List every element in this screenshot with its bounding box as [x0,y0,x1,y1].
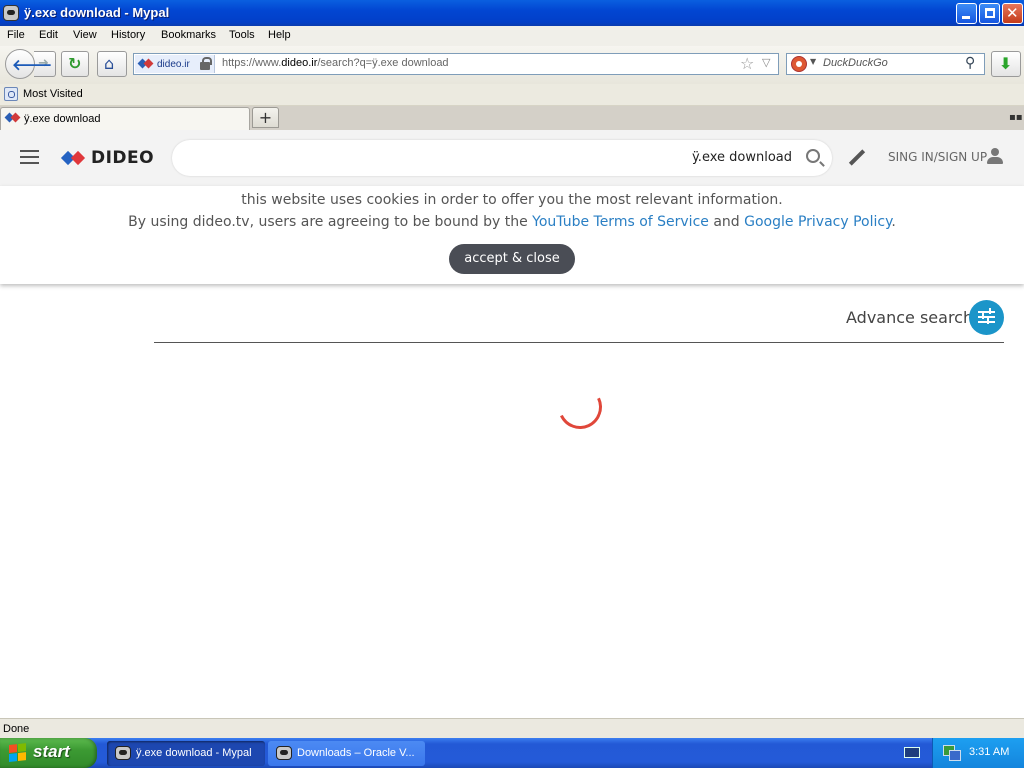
cookie-conjunction: and [713,214,740,230]
search-icon[interactable] [806,149,820,163]
keyboard-layout-icon[interactable] [904,747,920,758]
hamburger-menu-icon[interactable] [20,150,39,164]
clock[interactable]: 3:31 AM [969,746,1009,758]
window-title-bar[interactable]: ÿ.exe download - Mypal ✕ [0,0,1024,26]
dideo-logo-text: DIDEO [91,148,155,168]
menu-help[interactable]: Help [268,29,291,41]
url-domain: dideo.ir [281,57,318,69]
address-bar[interactable]: dideo.ir https://www.dideo.ir/search?q=ÿ… [133,53,779,75]
taskbar-item-label: Downloads – Oracle V... [297,747,415,759]
bookmark-star-icon[interactable]: ☆ [740,54,754,73]
status-bar: Done [0,718,1024,738]
list-all-tabs-icon[interactable]: ▪▪ [1009,112,1023,123]
cookie-suffix: . [891,214,896,230]
taskbar-item-label: ÿ.exe download - Mypal [136,747,252,759]
cookie-agreement-text: By using dideo.tv, users are agreeing to… [0,214,1024,230]
reload-button[interactable]: ↻ [61,51,89,77]
minimize-icon [962,16,970,19]
accept-close-button[interactable]: accept & close [449,244,575,274]
download-arrow-icon: ⬇ [999,54,1013,73]
advance-search-label[interactable]: Advance search [846,308,973,327]
google-privacy-link[interactable]: Google Privacy Policy [744,214,891,230]
user-icon[interactable] [987,148,1003,166]
tab-favicon-icon [6,113,20,123]
menu-bookmarks[interactable]: Bookmarks [161,29,216,41]
site-favicon-icon [139,59,153,69]
menu-edit[interactable]: Edit [39,29,58,41]
dideo-logo[interactable]: DIDEO [62,148,154,168]
pencil-icon[interactable] [848,149,866,167]
url-dropdown-icon[interactable]: ▽ [762,56,770,69]
menu-tools[interactable]: Tools [229,29,255,41]
tab-label: ÿ.exe download [24,113,101,125]
results-divider [154,342,1004,343]
reload-icon: ↻ [68,54,82,73]
taskbar-item-mypal[interactable]: ÿ.exe download - Mypal [107,741,265,766]
cookie-banner: this website uses cookies in order to of… [0,186,1024,284]
url-path: /search?q=ÿ.exe download [317,57,449,69]
url-prefix: https://www. [222,57,282,69]
menu-history[interactable]: History [111,29,145,41]
signin-link[interactable]: SING IN/SIGN UP [888,150,987,164]
minimize-button[interactable] [956,3,977,24]
system-tray: 3:31 AM [932,738,1024,768]
downloads-button[interactable]: ⬇ [991,51,1021,77]
mypal-app-icon [115,746,131,760]
windows-flag-icon [9,743,27,763]
tab-active[interactable]: ÿ.exe download [0,107,250,130]
back-arrow-icon: 🡐 [12,56,53,74]
menu-file[interactable]: File [7,29,25,41]
close-button[interactable]: ✕ [1002,3,1023,24]
cookie-agreement-prefix: By using dideo.tv, users are agreeing to… [128,214,528,230]
new-tab-button[interactable]: + [252,107,279,128]
desktop-screen: ÿ.exe download - Mypal ✕ File Edit View … [0,0,1024,768]
window-title: ÿ.exe download - Mypal [24,5,170,20]
close-icon: ✕ [1006,4,1019,22]
lock-icon [199,56,212,70]
taskbar-item-downloads[interactable]: Downloads – Oracle V... [268,741,425,766]
network-icon[interactable] [943,745,961,761]
youtube-terms-link[interactable]: YouTube Terms of Service [532,214,709,230]
menu-view[interactable]: View [73,29,97,41]
most-visited-icon[interactable] [4,87,18,101]
start-button[interactable]: start [0,738,97,768]
bookmark-most-visited[interactable]: Most Visited [23,88,83,100]
menu-bar: File Edit View History Bookmarks Tools H… [0,26,1024,46]
restore-icon [985,8,995,18]
taskbar: start ÿ.exe download - Mypal Downloads –… [0,738,1024,768]
restore-button[interactable] [979,3,1000,24]
start-label: start [33,742,70,761]
navigation-toolbar: ➜ 🡐 ↻ ⌂ dideo.ir https://www.dideo.ir/se… [0,46,1024,84]
dideo-logo-mark-icon [62,151,88,165]
back-button[interactable]: 🡐 [5,49,52,79]
search-icon[interactable]: ⚲ [965,55,975,71]
site-identity-button[interactable]: dideo.ir [135,55,215,73]
web-content: DIDEO ÿ.exe download SING IN/SIGN UP thi… [0,130,1024,718]
bookmarks-toolbar: Most Visited [0,84,1024,106]
search-bar[interactable]: ▼ DuckDuckGo ⚲ [786,53,985,75]
engine-dropdown-icon[interactable]: ▼ [810,57,816,66]
advance-search-button[interactable] [969,300,1004,335]
cookie-notice-text: this website uses cookies in order to of… [241,192,783,208]
loading-spinner-icon [551,378,609,436]
duckduckgo-icon[interactable] [791,56,807,72]
status-text: Done [3,723,30,735]
site-search-value: ÿ.exe download [691,150,792,165]
site-identity-host: dideo.ir [157,58,190,70]
mypal-app-icon [276,746,292,760]
site-header: DIDEO ÿ.exe download SING IN/SIGN UP [0,130,1024,186]
mypal-app-icon[interactable] [3,5,19,21]
search-placeholder: DuckDuckGo [823,57,888,69]
url-text[interactable]: https://www.dideo.ir/search?q=ÿ.exe down… [222,57,449,69]
home-button[interactable]: ⌂ [97,51,127,77]
home-icon: ⌂ [104,54,115,73]
site-search-input[interactable]: ÿ.exe download [172,140,832,176]
tab-strip: ÿ.exe download + ▪▪ [0,106,1024,130]
